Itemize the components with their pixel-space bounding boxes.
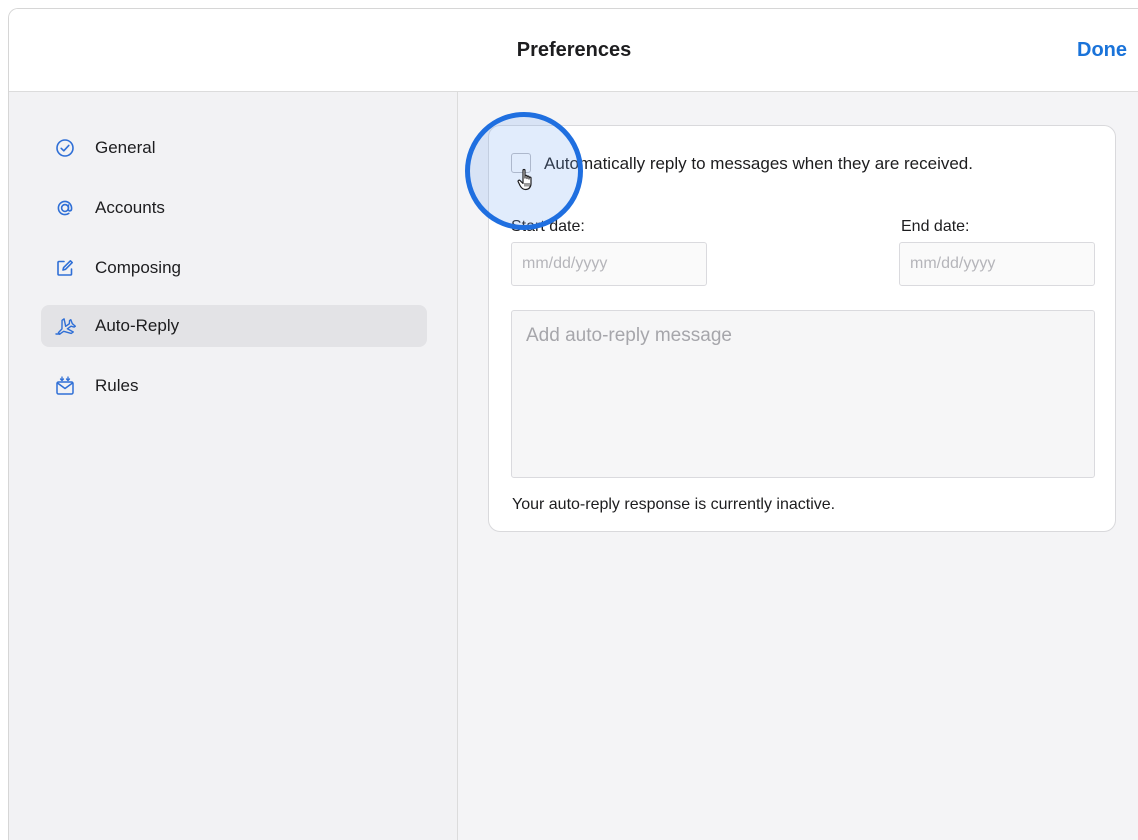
sidebar-item-label: General: [95, 138, 156, 157]
sidebar-item-auto-reply[interactable]: Auto-Reply: [41, 305, 427, 347]
end-date-field[interactable]: [899, 242, 1095, 286]
auto-reply-pane: Automatically reply to messages when the…: [458, 92, 1138, 840]
page-title: Preferences: [516, 39, 632, 61]
end-date-label: End date:: [901, 218, 970, 235]
auto-reply-card: Automatically reply to messages when the…: [465, 112, 1116, 532]
mail-rules-icon: [53, 374, 77, 398]
auto-reply-checkbox-label[interactable]: Automatically reply to messages when the…: [544, 154, 973, 174]
done-button[interactable]: Done: [1077, 39, 1127, 62]
sidebar-item-label: Composing: [95, 258, 181, 277]
header-bar: Preferences Done: [9, 9, 1138, 92]
sidebar-item-label: Accounts: [95, 198, 165, 217]
sidebar: General Accounts Composing Auto-Reply Ru…: [9, 92, 458, 840]
at-sign-icon: [53, 196, 77, 220]
start-date-label: Start date:: [511, 218, 585, 235]
airplane-icon: [53, 314, 77, 338]
sidebar-item-accounts[interactable]: Accounts: [41, 187, 427, 229]
start-date-field[interactable]: [511, 242, 707, 286]
compose-icon: [53, 256, 77, 280]
sidebar-item-label: Rules: [95, 376, 139, 395]
sidebar-item-general[interactable]: General: [41, 127, 427, 169]
sidebar-item-composing[interactable]: Composing: [41, 247, 427, 289]
auto-reply-message-field[interactable]: [511, 310, 1095, 478]
auto-reply-status-text: Your auto-reply response is currently in…: [512, 496, 836, 513]
preferences-window: Preferences Done General Accounts Compos…: [8, 8, 1138, 840]
checkmark-circle-icon: [53, 136, 77, 160]
sidebar-item-rules[interactable]: Rules: [41, 365, 427, 407]
auto-reply-checkbox[interactable]: [511, 153, 531, 173]
sidebar-item-label: Auto-Reply: [95, 316, 180, 335]
